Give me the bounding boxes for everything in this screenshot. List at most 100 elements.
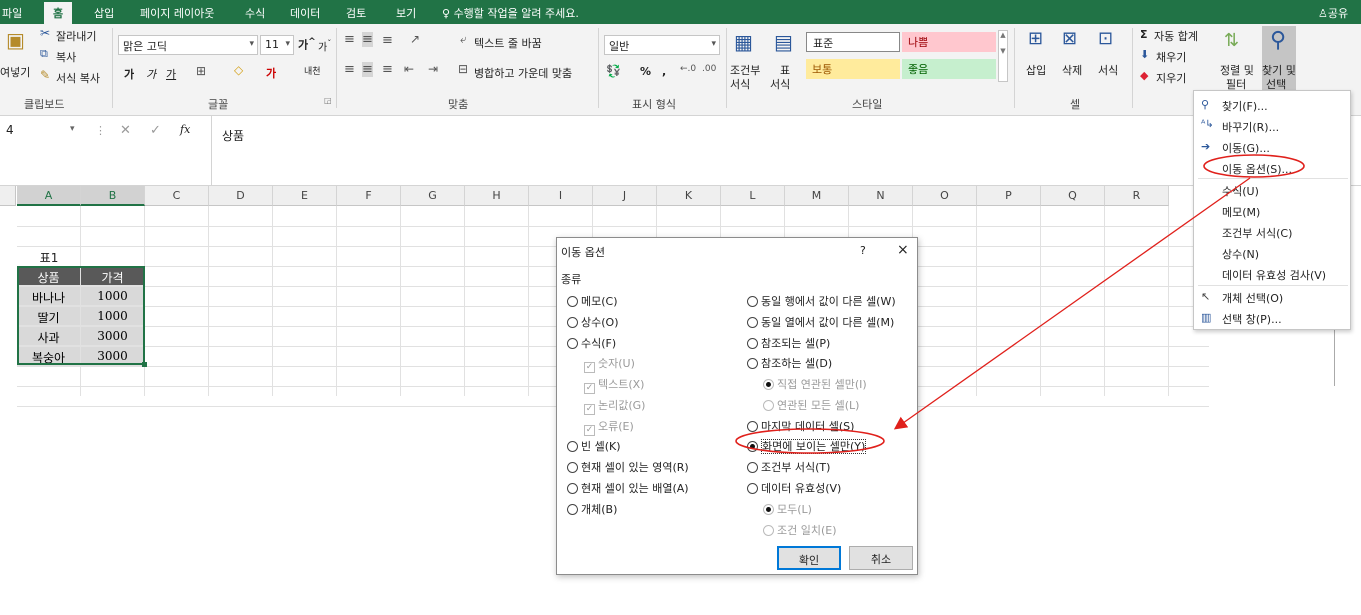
- table-cell[interactable]: 딸기: [17, 307, 81, 326]
- radio-current-region[interactable]: 현재 셀이 있는 영역(R): [567, 459, 689, 475]
- radio-direct-only[interactable]: 직접 연관된 셀만(I): [763, 376, 867, 392]
- find-select-button[interactable]: ⚲ 찾기 및 선택: [1262, 26, 1296, 92]
- tab-review[interactable]: 검토: [346, 5, 366, 21]
- column-header[interactable]: B: [81, 186, 145, 206]
- table-cell[interactable]: 3000: [81, 347, 145, 366]
- cancel-entry-icon[interactable]: ✕: [120, 123, 131, 138]
- radio-objects[interactable]: 개체(B): [567, 501, 617, 517]
- radio-last-cell[interactable]: 마지막 데이터 셀(S): [747, 418, 854, 434]
- align-middle-icon[interactable]: ≡: [362, 32, 373, 47]
- tab-data[interactable]: 데이터: [290, 5, 320, 21]
- orientation-icon[interactable]: ↗: [410, 32, 420, 46]
- autosum-button[interactable]: 자동 합계: [1154, 28, 1198, 44]
- cut-button[interactable]: 잘라내기: [56, 28, 96, 44]
- checkbox-logicals[interactable]: ✓ 논리값(G): [584, 397, 645, 415]
- tab-file[interactable]: 파일: [2, 5, 22, 21]
- name-box[interactable]: 4 ▾: [0, 120, 88, 142]
- italic-button[interactable]: 가: [146, 66, 156, 82]
- select-all-corner[interactable]: [0, 186, 16, 206]
- styles-gallery-scroll[interactable]: ▲ ▼: [998, 30, 1008, 82]
- format-painter-button[interactable]: 서식 복사: [56, 70, 100, 86]
- align-center-icon[interactable]: ≡: [362, 62, 373, 77]
- number-format-combo[interactable]: 일반 ▾: [604, 35, 720, 55]
- share-button[interactable]: ♙공유: [1318, 5, 1348, 21]
- radio-precedents[interactable]: 참조되는 셀(P): [747, 335, 830, 351]
- tab-view[interactable]: 보기: [396, 5, 416, 21]
- radio-constants[interactable]: 상수(O): [567, 314, 618, 330]
- close-icon[interactable]: ×: [897, 242, 909, 258]
- tab-insert[interactable]: 삽입: [94, 5, 114, 21]
- column-header[interactable]: J: [593, 186, 657, 206]
- checkbox-errors[interactable]: ✓ 오류(E): [584, 418, 634, 436]
- ok-button[interactable]: 확인: [777, 546, 841, 570]
- radio-current-array[interactable]: 현재 셀이 있는 배열(A): [567, 480, 689, 496]
- shrink-font-button[interactable]: 가ˇ: [318, 38, 331, 53]
- style-bad[interactable]: 나쁨: [902, 32, 996, 52]
- table-cell[interactable]: 1000: [81, 287, 145, 306]
- column-header[interactable]: I: [529, 186, 593, 206]
- bold-button[interactable]: 가: [124, 66, 134, 82]
- radio-validation-same[interactable]: 조건 일치(E): [763, 522, 837, 538]
- tell-me-box[interactable]: ♀ 수행할 작업을 알려 주세요.: [442, 5, 579, 21]
- fill-color-icon[interactable]: ◇: [234, 63, 243, 77]
- menu-item-comments[interactable]: 메모(M): [1222, 204, 1260, 220]
- decrease-decimal-icon[interactable]: .00: [702, 64, 716, 74]
- format-cells-button[interactable]: 서식: [1098, 62, 1118, 78]
- insert-function-button[interactable]: fx: [180, 123, 190, 136]
- radio-comments[interactable]: 메모(C): [567, 293, 618, 309]
- radio-dependents[interactable]: 참조하는 셀(D): [747, 355, 832, 371]
- table-cell[interactable]: 3000: [81, 327, 145, 346]
- column-header[interactable]: R: [1105, 186, 1169, 206]
- column-header[interactable]: F: [337, 186, 401, 206]
- radio-visible-cells-only[interactable]: 화면에 보이는 셀만(Y): [747, 438, 867, 454]
- radio-blanks[interactable]: 빈 셀(K): [567, 438, 621, 454]
- column-header[interactable]: H: [465, 186, 529, 206]
- paste-button[interactable]: 여넣기: [0, 64, 30, 80]
- formula-input[interactable]: 상품: [211, 116, 1361, 186]
- confirm-entry-icon[interactable]: ✓: [150, 123, 161, 138]
- font-name-combo[interactable]: 맑은 고딕 ▾: [118, 35, 258, 55]
- menu-item-conditional[interactable]: 조건부 서식(C): [1222, 225, 1292, 241]
- cancel-button[interactable]: 취소: [849, 546, 913, 570]
- dialog-launcher-icon[interactable]: ◲: [324, 96, 332, 105]
- menu-item-validation[interactable]: 데이터 유효성 검사(V): [1222, 267, 1326, 283]
- help-button[interactable]: ?: [860, 244, 866, 257]
- radio-all-levels[interactable]: 연관된 모든 셀(L): [763, 397, 859, 413]
- style-good[interactable]: 좋음: [902, 59, 996, 79]
- increase-decimal-icon[interactable]: ←.0: [680, 64, 696, 74]
- align-right-icon[interactable]: ≡: [382, 62, 393, 77]
- radio-validation-all[interactable]: 모두(L): [763, 501, 812, 517]
- style-neutral[interactable]: 보통: [806, 59, 900, 79]
- style-normal[interactable]: 표준: [806, 32, 900, 52]
- column-header[interactable]: E: [273, 186, 337, 206]
- column-header[interactable]: L: [721, 186, 785, 206]
- percent-button[interactable]: %: [640, 65, 651, 78]
- table-cell[interactable]: 1000: [81, 307, 145, 326]
- merge-center-button[interactable]: 병합하고 가운데 맞춤: [474, 65, 572, 81]
- column-header[interactable]: D: [209, 186, 273, 206]
- column-header[interactable]: M: [785, 186, 849, 206]
- menu-item-replace[interactable]: 바꾸기(R)...: [1222, 119, 1279, 135]
- column-header[interactable]: A: [17, 186, 81, 206]
- table-cell[interactable]: 복숭아: [17, 347, 81, 366]
- radio-data-validation[interactable]: 데이터 유효성(V): [747, 480, 841, 496]
- column-header[interactable]: C: [145, 186, 209, 206]
- column-header[interactable]: O: [913, 186, 977, 206]
- radio-column-differences[interactable]: 동일 열에서 값이 다른 셀(M): [747, 314, 894, 330]
- grow-font-button[interactable]: 가^: [298, 36, 316, 53]
- checkbox-numbers[interactable]: ✓ 숫자(U): [584, 355, 635, 373]
- tab-formulas[interactable]: 수식: [245, 5, 265, 21]
- font-size-combo[interactable]: 11 ▾: [260, 35, 294, 55]
- fill-handle[interactable]: [142, 362, 147, 367]
- menu-item-find[interactable]: 찾기(F)...: [1222, 98, 1268, 114]
- font-color-button[interactable]: 가: [266, 65, 276, 81]
- border-icon[interactable]: ⊞: [196, 64, 206, 78]
- align-top-icon[interactable]: ≡: [344, 32, 355, 47]
- menu-item-formulas[interactable]: 수식(U): [1222, 183, 1259, 199]
- table-header-cell[interactable]: 가격: [81, 267, 145, 286]
- increase-indent-icon[interactable]: ⇥: [428, 62, 438, 76]
- decrease-indent-icon[interactable]: ⇤: [404, 62, 414, 76]
- fill-button[interactable]: 채우기: [1156, 49, 1186, 65]
- menu-item-selection-pane[interactable]: 선택 창(P)...: [1222, 311, 1282, 327]
- column-header[interactable]: Q: [1041, 186, 1105, 206]
